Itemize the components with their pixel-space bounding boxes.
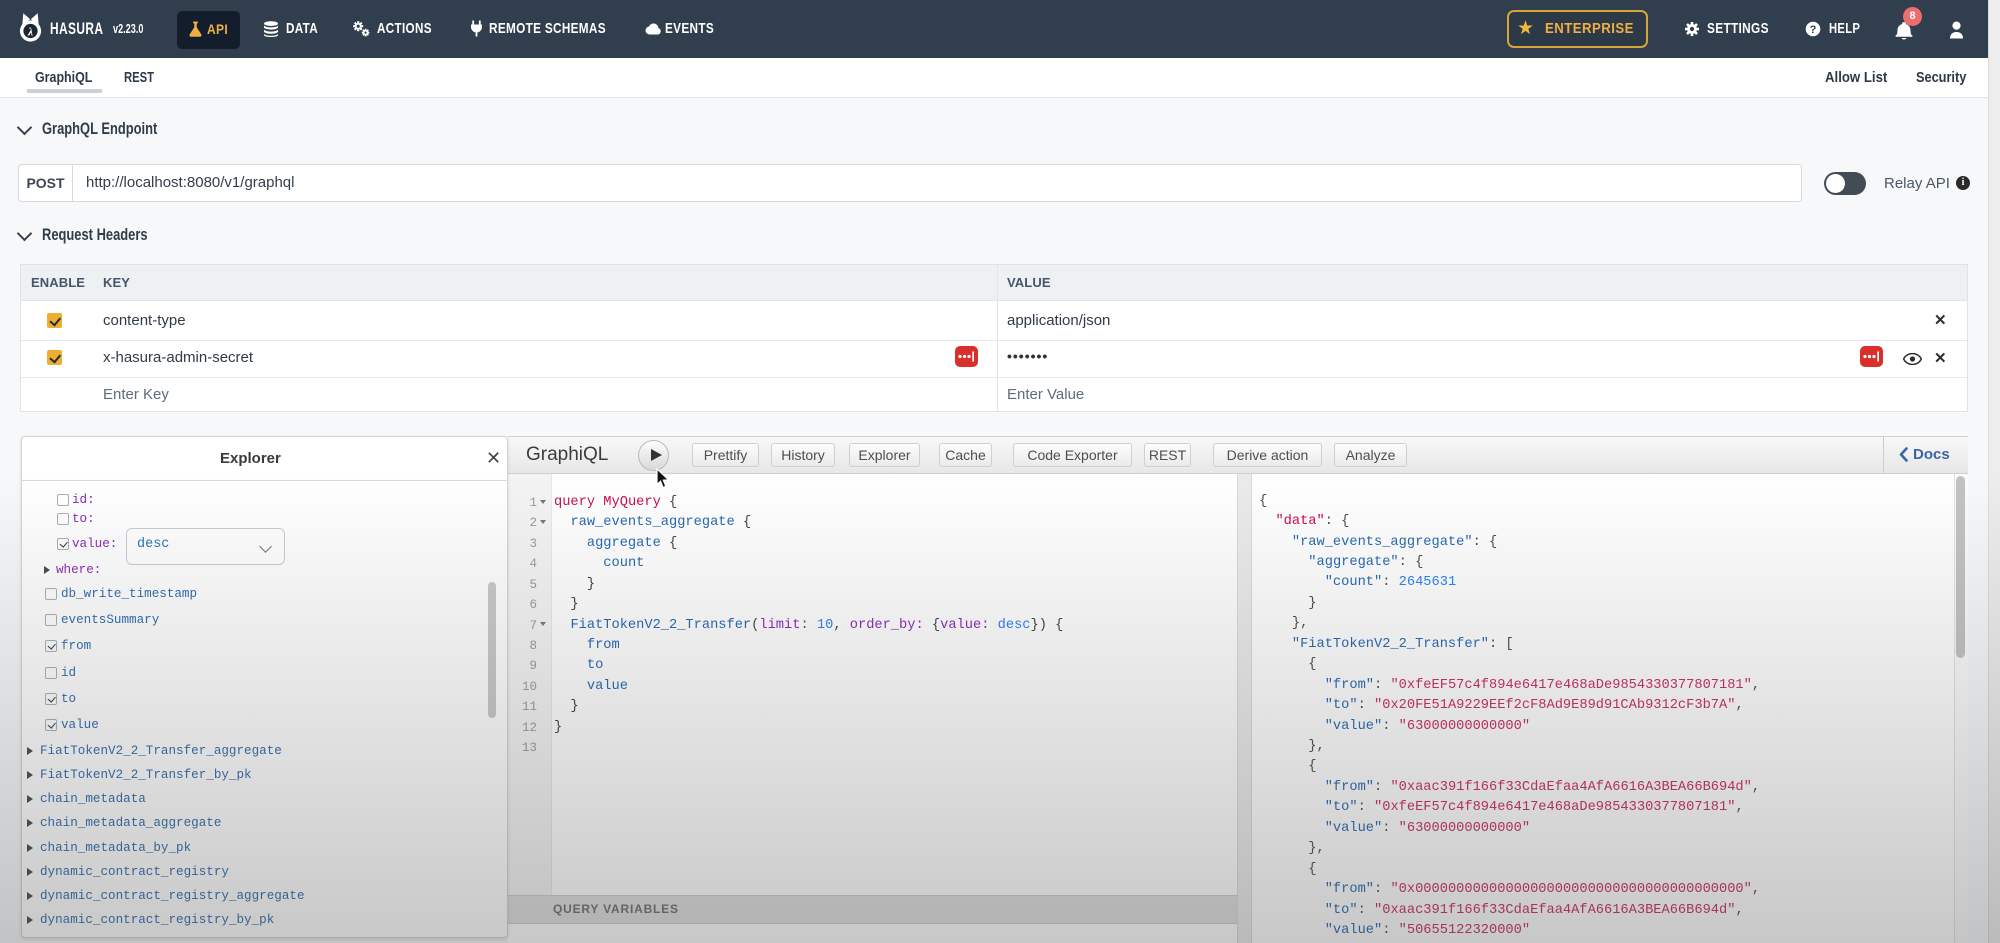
svg-text:λ: λ (27, 26, 33, 38)
svg-text:?: ? (1810, 24, 1817, 36)
